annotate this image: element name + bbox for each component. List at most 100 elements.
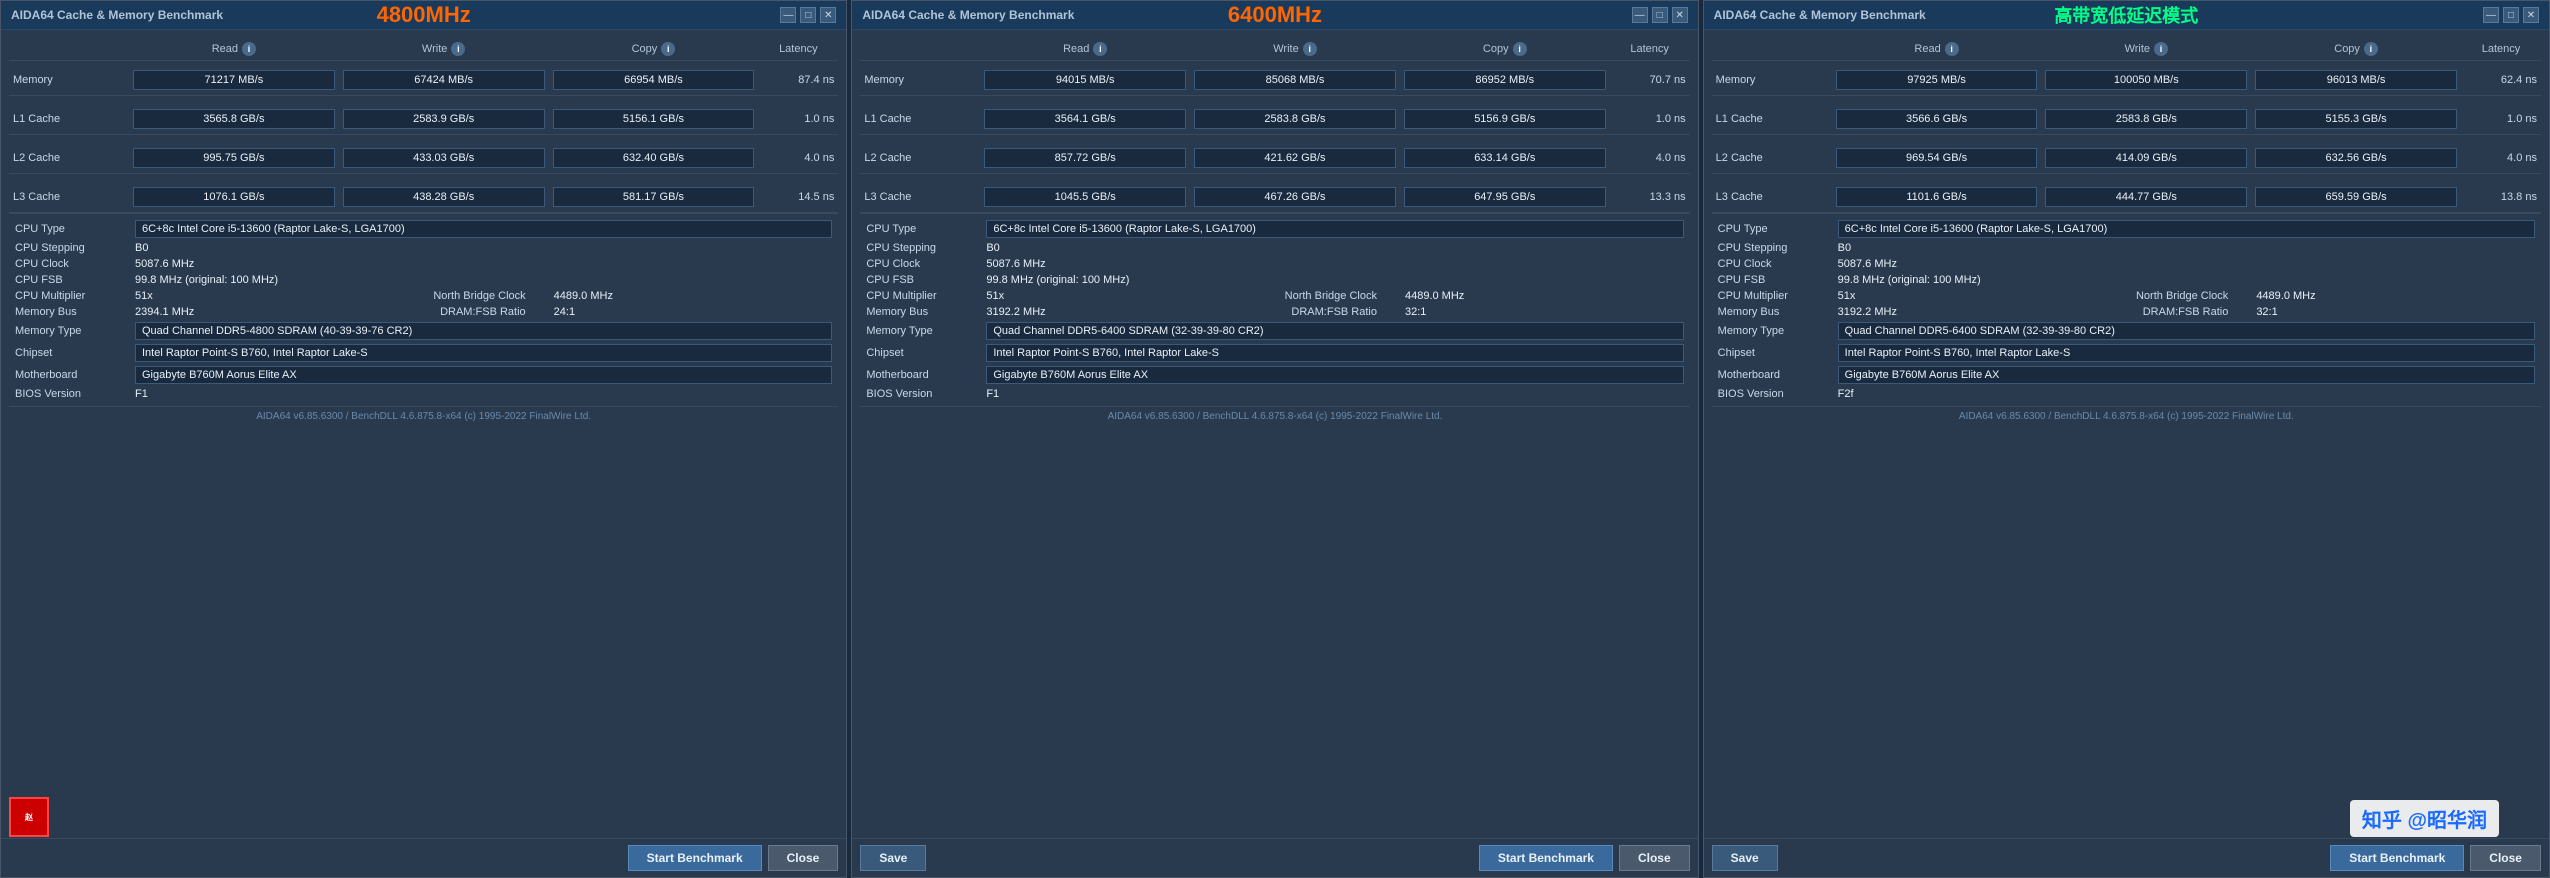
watermark-area: 赵 — [9, 797, 49, 837]
close-btn[interactable]: ✕ — [2523, 7, 2539, 23]
metric-row: L2 Cache857.72 GB/s421.62 GB/s633.14 GB/… — [860, 143, 1689, 174]
info-val-box: Gigabyte B760M Aorus Elite AX — [135, 366, 832, 384]
metric-write-value: 2583.9 GB/s — [343, 109, 545, 129]
read-info-icon[interactable]: i — [1945, 42, 1959, 56]
copy-info-icon[interactable]: i — [2364, 42, 2378, 56]
maximize-btn[interactable]: □ — [2503, 7, 2519, 23]
info-val: F1 — [986, 388, 1683, 400]
panel-titlebar: AIDA64 Cache & Memory Benchmark4800MHz—□… — [1, 1, 846, 30]
info-key: BIOS Version — [866, 388, 986, 400]
copy-info-icon[interactable]: i — [661, 42, 675, 56]
col-header-latency: Latency — [758, 42, 838, 56]
read-info-icon[interactable]: i — [242, 42, 256, 56]
info-row: CPU Clock5087.6 MHz — [860, 256, 1689, 272]
info-key: Chipset — [1718, 347, 1838, 359]
write-info-icon[interactable]: i — [1303, 42, 1317, 56]
col-label-copy: Copy — [632, 43, 658, 55]
metric-copy-value: 647.95 GB/s — [1404, 187, 1606, 207]
maximize-btn[interactable]: □ — [1652, 7, 1668, 23]
info-key: CPU Type — [15, 223, 135, 235]
info-extra-key: DRAM:FSB Ratio — [2116, 306, 2236, 318]
info-key: CPU FSB — [1718, 274, 1838, 286]
info-val: 3192.2 MHz — [986, 306, 1265, 318]
info-key: Motherboard — [1718, 369, 1838, 381]
freq-label: 6400MHz — [1228, 2, 1322, 28]
info-section: CPU Type6C+8c Intel Core i5-13600 (Rapto… — [9, 213, 838, 406]
close-button[interactable]: Close — [768, 845, 839, 871]
metrics-header: ReadiWriteiCopyiLatency — [1712, 38, 2541, 61]
info-row: Memory TypeQuad Channel DDR5-4800 SDRAM … — [9, 320, 838, 342]
copy-info-icon[interactable]: i — [1513, 42, 1527, 56]
col-label-latency: Latency — [779, 43, 818, 55]
benchmark-panel-1: AIDA64 Cache & Memory Benchmark4800MHz—□… — [0, 0, 847, 878]
info-key: CPU Clock — [15, 258, 135, 270]
info-val: 51x — [135, 290, 414, 302]
info-row: CPU Type6C+8c Intel Core i5-13600 (Rapto… — [860, 218, 1689, 240]
write-info-icon[interactable]: i — [2154, 42, 2168, 56]
info-row: CPU FSB99.8 MHz (original: 100 MHz) — [9, 272, 838, 288]
metric-read-value: 71217 MB/s — [133, 70, 335, 90]
info-val-box: Gigabyte B760M Aorus Elite AX — [986, 366, 1683, 384]
metric-label: L1 Cache — [860, 113, 980, 125]
col-header-read: Readi — [1832, 42, 2042, 56]
panel-titlebar: AIDA64 Cache & Memory Benchmark高带宽低延迟模式—… — [1704, 1, 2549, 30]
info-key: CPU Stepping — [866, 242, 986, 254]
info-extra-val: 4489.0 MHz — [1405, 290, 1684, 302]
minimize-btn[interactable]: — — [2483, 7, 2499, 23]
metric-write-value: 433.03 GB/s — [343, 148, 545, 168]
info-key: CPU Stepping — [1718, 242, 1838, 254]
metric-latency-value: 4.0 ns — [758, 152, 838, 164]
col-header-write: Writei — [339, 42, 549, 56]
metric-latency-value: 62.4 ns — [2461, 74, 2541, 86]
minimize-btn[interactable]: — — [780, 7, 796, 23]
info-val: F2f — [1838, 388, 2535, 400]
start-benchmark-button[interactable]: Start Benchmark — [2330, 845, 2464, 871]
info-key: Motherboard — [15, 369, 135, 381]
close-button[interactable]: Close — [2470, 845, 2541, 871]
info-key: CPU Stepping — [15, 242, 135, 254]
col-label-copy: Copy — [1483, 43, 1509, 55]
metric-copy-value: 632.40 GB/s — [553, 148, 755, 168]
metric-label: L3 Cache — [860, 191, 980, 203]
start-benchmark-button[interactable]: Start Benchmark — [1479, 845, 1613, 871]
info-key: CPU Type — [1718, 223, 1838, 235]
info-row: CPU FSB99.8 MHz (original: 100 MHz) — [1712, 272, 2541, 288]
info-key: Memory Type — [1718, 325, 1838, 337]
panel-footer: Save Start BenchmarkClose — [1704, 838, 2549, 877]
info-key: Memory Bus — [15, 306, 135, 318]
info-key: Memory Bus — [866, 306, 986, 318]
metric-read-value: 3564.1 GB/s — [984, 109, 1186, 129]
main-container: AIDA64 Cache & Memory Benchmark4800MHz—□… — [0, 0, 2550, 878]
metric-copy-value: 633.14 GB/s — [1404, 148, 1606, 168]
info-key: Chipset — [15, 347, 135, 359]
col-header-copy: Copyi — [2251, 42, 2461, 56]
save-button[interactable]: Save — [1712, 845, 1778, 871]
panel-title: AIDA64 Cache & Memory Benchmark — [1714, 8, 1926, 22]
close-button[interactable]: Close — [1619, 845, 1690, 871]
info-val: B0 — [986, 242, 1683, 254]
info-extra-key: DRAM:FSB Ratio — [414, 306, 534, 318]
info-val: 99.8 MHz (original: 100 MHz) — [135, 274, 832, 286]
read-info-icon[interactable]: i — [1093, 42, 1107, 56]
minimize-btn[interactable]: — — [1632, 7, 1648, 23]
info-extra-val: 24:1 — [554, 306, 833, 318]
start-benchmark-button[interactable]: Start Benchmark — [628, 845, 762, 871]
info-key: Chipset — [866, 347, 986, 359]
info-row-double: CPU Multiplier51xNorth Bridge Clock4489.… — [1712, 288, 2541, 304]
info-extra-key: North Bridge Clock — [1265, 290, 1385, 302]
info-key: BIOS Version — [1718, 388, 1838, 400]
metric-copy-value: 5156.1 GB/s — [553, 109, 755, 129]
metric-latency-value: 1.0 ns — [2461, 113, 2541, 125]
write-info-icon[interactable]: i — [451, 42, 465, 56]
window-controls: —□✕ — [1632, 7, 1688, 23]
metric-label: L3 Cache — [9, 191, 129, 203]
metric-write-value: 2583.8 GB/s — [2045, 109, 2247, 129]
footer-copyright: AIDA64 v6.85.6300 / BenchDLL 4.6.875.8-x… — [9, 406, 838, 426]
close-btn[interactable]: ✕ — [820, 7, 836, 23]
panel-content: ReadiWriteiCopyiLatencyMemory97925 MB/s1… — [1704, 30, 2549, 838]
close-btn[interactable]: ✕ — [1672, 7, 1688, 23]
metric-latency-value: 1.0 ns — [1610, 113, 1690, 125]
metric-row: L1 Cache3566.6 GB/s2583.8 GB/s5155.3 GB/… — [1712, 104, 2541, 135]
maximize-btn[interactable]: □ — [800, 7, 816, 23]
save-button[interactable]: Save — [860, 845, 926, 871]
